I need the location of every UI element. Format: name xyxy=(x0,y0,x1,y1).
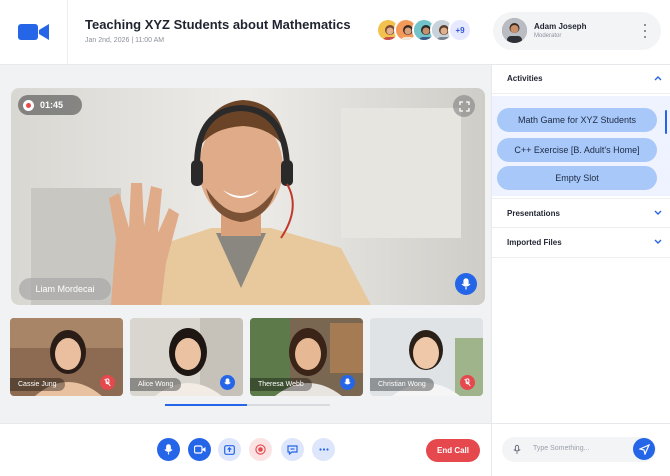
more-button[interactable] xyxy=(312,438,335,461)
expand-icon xyxy=(458,100,470,112)
microphone-icon[interactable] xyxy=(340,375,355,390)
microphone-icon[interactable] xyxy=(513,444,521,455)
more-participants-badge[interactable]: +9 xyxy=(448,18,472,42)
camera-toggle-button[interactable] xyxy=(188,438,211,461)
participant-tile[interactable]: Alice Wong xyxy=(130,318,243,396)
speaker-name: Liam Mordecai xyxy=(19,278,111,300)
app-logo[interactable] xyxy=(0,0,68,64)
meeting-date: Jan 2nd, 2026 | 11:00 AM xyxy=(85,37,165,44)
video-camera-icon xyxy=(17,24,49,40)
speaker-mic-button[interactable] xyxy=(455,273,477,295)
main-video[interactable] xyxy=(11,88,485,305)
participant-tile[interactable]: Theresa Webb xyxy=(250,318,363,396)
more-options-icon[interactable] xyxy=(643,24,647,38)
participant-name: Christian Wong xyxy=(370,378,434,391)
chevron-down-icon[interactable] xyxy=(654,210,662,216)
share-screen-button[interactable] xyxy=(218,438,241,461)
participant-name: Theresa Webb xyxy=(250,378,312,391)
chat-placeholder: Type Something... xyxy=(533,445,590,452)
user-role: Moderator xyxy=(534,33,562,39)
imported-files-header[interactable]: Imported Files xyxy=(492,228,670,258)
record-icon xyxy=(255,444,266,455)
thumbnail-scroll-thumb[interactable] xyxy=(165,404,247,406)
imported-files-title: Imported Files xyxy=(507,238,562,247)
share-screen-icon xyxy=(224,444,235,455)
end-call-button[interactable]: End Call xyxy=(426,439,480,462)
send-icon xyxy=(638,443,650,455)
chat-button[interactable] xyxy=(281,438,304,461)
recording-timer: 01:45 xyxy=(18,95,82,115)
microphone-icon[interactable] xyxy=(220,375,235,390)
mic-muted-icon[interactable] xyxy=(100,375,115,390)
participant-name: Alice Wong xyxy=(130,378,182,391)
presentations-header[interactable]: Presentations xyxy=(492,198,670,228)
divider xyxy=(492,423,670,424)
video-camera-icon xyxy=(193,445,205,454)
call-toolbar xyxy=(0,423,491,476)
chevron-down-icon[interactable] xyxy=(654,239,662,245)
activities-title: Activities xyxy=(507,74,543,83)
chevron-up-icon[interactable] xyxy=(654,75,662,81)
record-icon xyxy=(23,99,34,111)
record-button[interactable] xyxy=(249,438,272,461)
user-name: Adam Joseph xyxy=(534,22,587,31)
presentations-title: Presentations xyxy=(507,208,560,218)
fullscreen-button[interactable] xyxy=(453,95,475,117)
mic-toggle-button[interactable] xyxy=(157,438,180,461)
more-dots-icon xyxy=(318,448,329,451)
participant-tile[interactable]: Cassie Jung xyxy=(10,318,123,396)
microphone-icon xyxy=(164,444,173,455)
participant-avatars[interactable]: +9 xyxy=(376,18,472,44)
activities-scrollbar[interactable] xyxy=(665,110,667,134)
activities-header[interactable]: Activities xyxy=(492,64,670,94)
timer-text: 01:45 xyxy=(40,100,64,110)
mic-muted-icon[interactable] xyxy=(460,375,475,390)
activity-item[interactable]: C++ Exercise [B. Adult's Home] xyxy=(497,138,657,162)
meeting-title: Teaching XYZ Students about Mathematics xyxy=(85,17,351,32)
participant-name: Cassie Jung xyxy=(10,378,65,391)
user-card[interactable]: Adam Joseph Moderator xyxy=(493,12,661,50)
microphone-icon xyxy=(461,278,471,290)
send-button[interactable] xyxy=(633,438,655,460)
avatar xyxy=(502,18,527,43)
activity-item[interactable]: Math Game for XYZ Students xyxy=(497,108,657,132)
chat-bubble-icon xyxy=(287,444,298,455)
participant-tile[interactable]: Christian Wong xyxy=(370,318,483,396)
activity-item[interactable]: Empty Slot xyxy=(497,166,657,190)
